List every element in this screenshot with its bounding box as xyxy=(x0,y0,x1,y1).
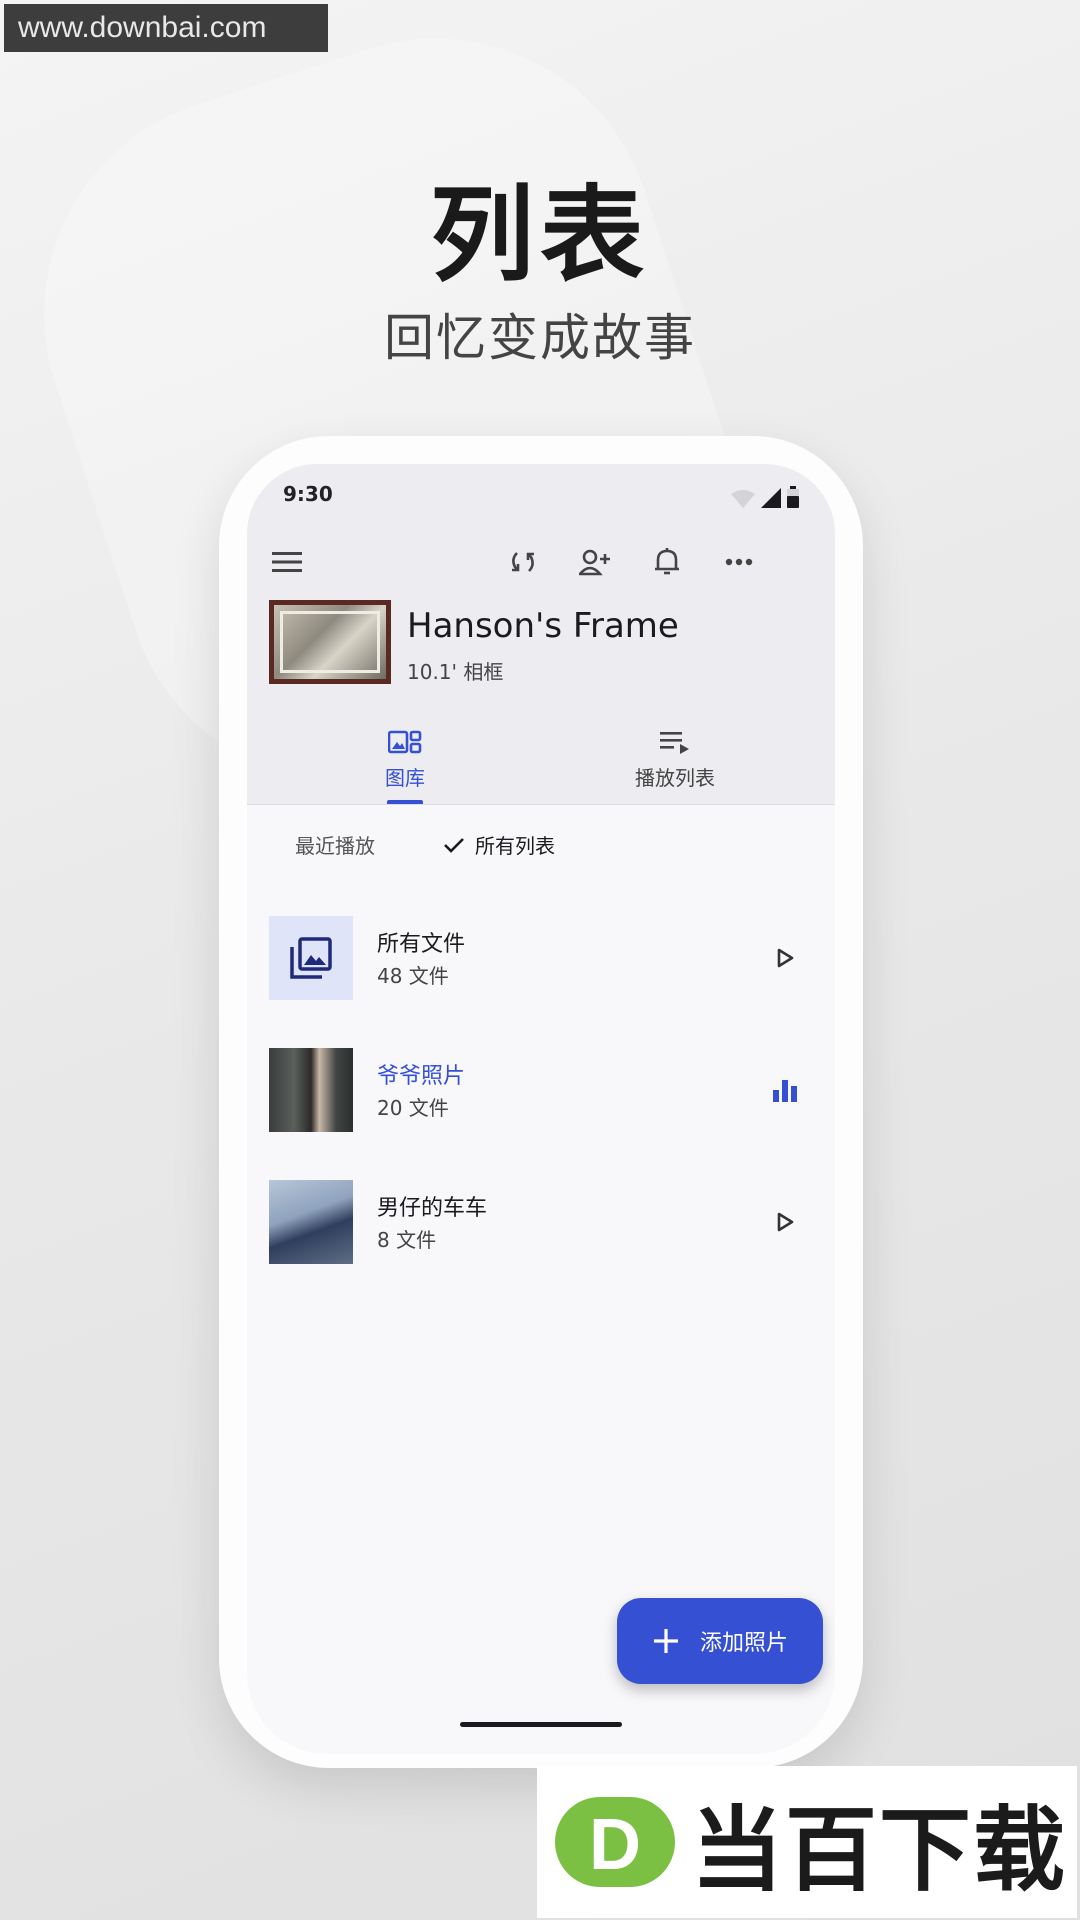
brand-d-logo-icon: D xyxy=(555,1797,675,1887)
add-user-icon[interactable] xyxy=(575,542,615,582)
hero-title: 列表 xyxy=(429,174,650,296)
tab-playlists[interactable]: 播放列表 xyxy=(575,730,775,791)
app-screen: 9:30 Hanson's Frame 10.1' 相框 图库 播放列表 最近播… xyxy=(247,464,835,1754)
plus-icon xyxy=(653,1629,678,1653)
frame-thumbnail xyxy=(269,600,391,684)
now-playing-indicator[interactable] xyxy=(767,1072,803,1108)
more-options-icon[interactable] xyxy=(719,542,759,582)
menu-icon[interactable] xyxy=(267,542,307,582)
filter-recent-label: 最近播放 xyxy=(295,834,375,858)
playlist-count: 48 文件 xyxy=(377,964,449,988)
status-icons xyxy=(731,486,799,508)
playlist-title: 爷爷照片 xyxy=(377,1064,466,1089)
tab-gallery-label: 图库 xyxy=(385,766,425,790)
filter-all[interactable]: 所有列表 xyxy=(443,830,555,859)
list-item[interactable]: 男仔的车车 8 文件 xyxy=(269,1180,813,1264)
playlist-count: 8 文件 xyxy=(377,1228,437,1252)
boys-cars-thumbnail xyxy=(269,1180,353,1264)
header-area: 9:30 Hanson's Frame 10.1' 相框 图库 播放列表 xyxy=(247,464,835,804)
play-icon xyxy=(777,948,794,968)
tab-playlists-label: 播放列表 xyxy=(635,766,715,790)
check-icon xyxy=(444,837,464,853)
header-divider xyxy=(247,804,835,805)
playlist-count: 20 文件 xyxy=(377,1096,449,1120)
now-playing-icon xyxy=(773,1080,797,1102)
list-item[interactable]: 爷爷照片 20 文件 xyxy=(269,1048,813,1132)
playlist-title: 所有文件 xyxy=(377,932,466,957)
watermark: www.downbai.com xyxy=(4,4,328,52)
playlist-title: 男仔的车车 xyxy=(377,1196,488,1221)
gallery-icon xyxy=(387,730,422,754)
status-time: 9:30 xyxy=(283,482,333,506)
wifi-icon xyxy=(731,490,755,508)
tab-gallery[interactable]: 图库 xyxy=(305,730,505,791)
photo-library-icon xyxy=(290,937,332,979)
device-size: 10.1' 相框 xyxy=(407,660,504,684)
play-button[interactable] xyxy=(767,940,803,976)
hero-subtitle: 回忆变成故事 xyxy=(384,309,696,367)
add-photos-label: 添加照片 xyxy=(699,1631,788,1656)
home-indicator xyxy=(460,1722,622,1727)
brand-logo: D 当百下载 xyxy=(537,1766,1077,1918)
brand-name: 当百下载 xyxy=(691,1796,1068,1904)
notification-bell-icon[interactable] xyxy=(647,542,687,582)
sync-icon[interactable] xyxy=(503,542,543,582)
device-name: Hanson's Frame xyxy=(407,606,679,646)
grandpa-photos-thumbnail xyxy=(269,1048,353,1132)
add-photos-button[interactable]: 添加照片 xyxy=(617,1598,823,1684)
playlist-icon xyxy=(660,732,689,754)
list-item[interactable]: 所有文件 48 文件 xyxy=(269,916,813,1000)
all-files-thumbnail xyxy=(269,916,353,1000)
filter-recent[interactable]: 最近播放 xyxy=(295,830,375,859)
battery-icon xyxy=(787,486,799,508)
filter-all-label: 所有列表 xyxy=(475,834,555,858)
play-button[interactable] xyxy=(767,1204,803,1240)
signal-icon xyxy=(761,488,781,508)
brand-logo-letter: D xyxy=(589,1805,641,1885)
play-icon xyxy=(777,1212,794,1232)
